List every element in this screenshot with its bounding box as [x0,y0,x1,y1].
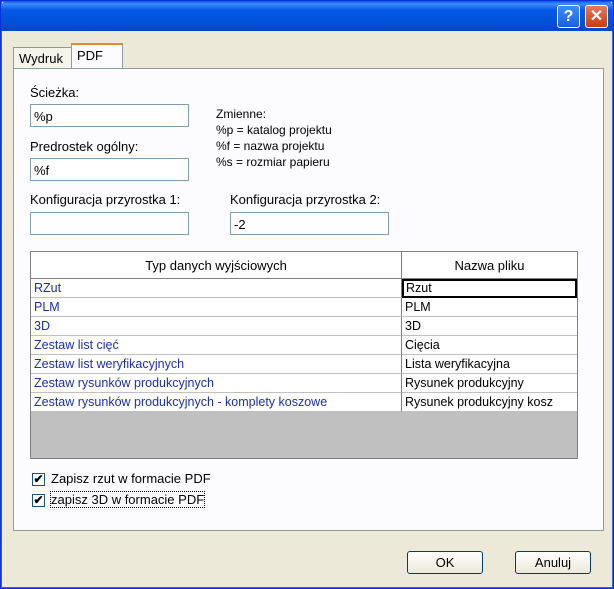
help-button[interactable]: ? [557,5,580,28]
filename-cell[interactable]: Rysunek produkcyjny [402,374,577,393]
dialog-window: ? ✕ Wydruk PDF Ścieżka: %p Predrostek og… [0,0,614,589]
save-3d-pdf-label[interactable]: zapisz 3D w formacie PDF [49,491,206,508]
prefix-input[interactable]: %f [30,158,189,181]
cancel-button[interactable]: Anuluj [515,551,591,574]
ok-button[interactable]: OK [407,551,483,574]
save-plan-pdf-label[interactable]: Zapisz rzut w formacie PDF [51,471,211,486]
output-type-cell[interactable]: PLM [31,298,402,317]
titlebar: ? ✕ [1,1,613,31]
output-type-cell[interactable]: Zestaw list cięć [31,336,402,355]
save-plan-pdf-checkbox[interactable]: ✔ [32,473,45,486]
output-type-cell[interactable]: 3D [31,317,402,336]
column-header-filename[interactable]: Nazwa pliku [402,252,577,279]
variables-help: Zmienne: %p = katalog projektu %f = nazw… [216,106,332,170]
table-row[interactable]: Zestaw rysunków produkcyjnych Rysunek pr… [31,374,577,393]
filename-cell[interactable]: Rzut [402,279,577,298]
filename-cell[interactable]: PLM [402,298,577,317]
variable-p: %p = katalog projektu [216,123,332,137]
tab-pdf[interactable]: PDF [71,43,123,70]
output-type-cell[interactable]: Zestaw list weryfikacyjnych [31,355,402,374]
table-row[interactable]: Zestaw list cięć Cięcia [31,336,577,355]
table-row[interactable]: RZut Rzut [31,279,577,298]
output-type-cell[interactable]: Zestaw rysunków produkcyjnych [31,374,402,393]
path-input[interactable]: %p [30,104,189,127]
variable-s: %s = rozmiar papieru [216,155,330,169]
column-header-type[interactable]: Typ danych wyjściowych [31,252,402,279]
table-row[interactable]: Zestaw list weryfikacyjnych Lista weryfi… [31,355,577,374]
output-grid: Typ danych wyjściowych Nazwa pliku RZut … [30,251,578,459]
filename-cell[interactable]: Rysunek produkcyjny kosz [402,393,577,412]
tab-wydruk[interactable]: Wydruk [13,47,77,68]
variables-title: Zmienne: [216,107,267,121]
save-3d-pdf-checkbox[interactable]: ✔ [32,494,45,507]
table-row[interactable]: 3D 3D [31,317,577,336]
variable-f: %f = nazwa projektu [216,139,325,153]
suffix-config-2-input[interactable]: -2 [230,212,389,235]
suffix-config-2-label: Konfiguracja przyrostka 2: [230,192,381,207]
filename-cell[interactable]: Cięcia [402,336,577,355]
close-button[interactable]: ✕ [585,5,608,28]
filename-cell[interactable]: Lista weryfikacyjna [402,355,577,374]
prefix-label: Predrostek ogólny: [30,139,139,154]
path-label: Ścieżka: [30,85,80,100]
table-row[interactable]: PLM PLM [31,298,577,317]
filename-cell[interactable]: 3D [402,317,577,336]
output-type-cell[interactable]: RZut [31,279,402,298]
output-type-cell[interactable]: Zestaw rysunków produkcyjnych - komplety… [31,393,402,412]
suffix-config-1-input[interactable] [30,212,189,235]
suffix-config-1-label: Konfiguracja przyrostka 1: [30,192,181,207]
table-row[interactable]: Zestaw rysunków produkcyjnych - komplety… [31,393,577,412]
